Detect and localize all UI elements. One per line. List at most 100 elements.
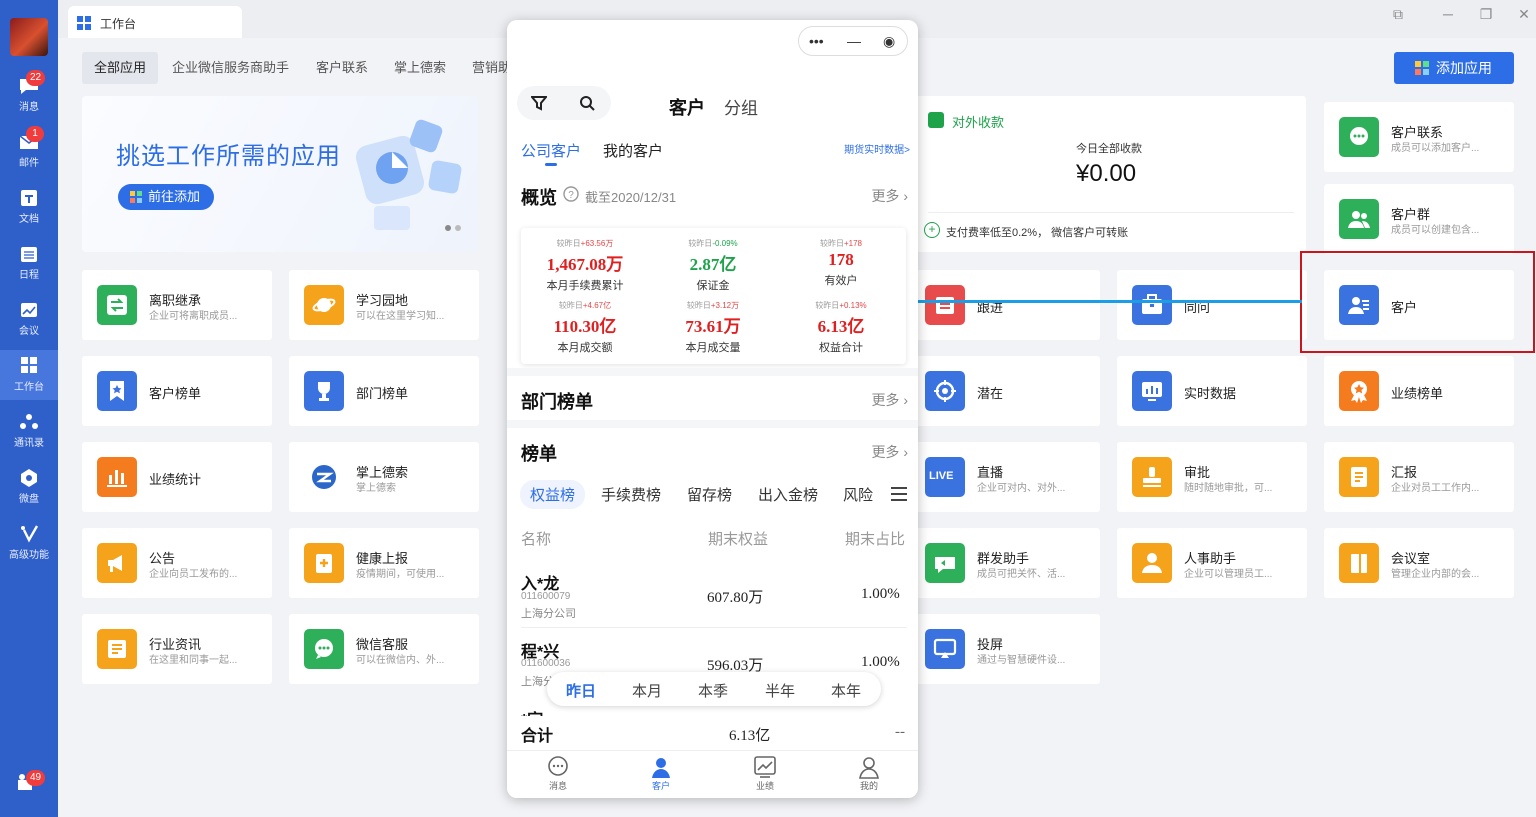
sidebar-item-disk[interactable]: 微盘 — [0, 462, 58, 512]
app-card-shenpi[interactable]: 审批 随时随地审批，可... — [1117, 442, 1307, 512]
notification-bell[interactable]: 49 — [14, 770, 46, 795]
sidebar-item-mail[interactable]: 邮件 1 — [0, 126, 58, 176]
menu-icon[interactable] — [891, 487, 907, 501]
tab-customer-contact[interactable]: 客户联系 — [304, 52, 380, 84]
tab-risk-ranking[interactable]: 风险 — [843, 484, 881, 505]
tab-company-customers[interactable]: 公司客户 — [521, 140, 581, 161]
app-card-huiyishi[interactable]: 会议室 管理企业内部的会... — [1324, 528, 1514, 598]
add-app-button[interactable]: 添加应用 — [1394, 52, 1514, 84]
minimize-icon[interactable]: — — [847, 33, 861, 49]
tab-retention-ranking[interactable]: 留存榜 — [687, 484, 732, 505]
overview-more-link[interactable]: 更多 › — [871, 186, 908, 206]
app-subtitle: 企业可以管理员工... — [1184, 569, 1273, 580]
door-icon — [1339, 543, 1379, 583]
ranking-more-link[interactable]: 更多 › — [871, 442, 908, 462]
nav-customers[interactable]: 客户 — [636, 755, 686, 792]
screen-cast-icon — [925, 629, 965, 669]
help-circle-icon[interactable]: ? — [563, 186, 579, 202]
nav-mine[interactable]: 我的 — [844, 755, 894, 792]
tab-all-apps[interactable]: 全部应用 — [82, 52, 159, 84]
app-card-tongwen[interactable]: 同问 — [1117, 270, 1307, 340]
stat-value: 73.61万 — [685, 317, 741, 336]
app-card-qianzai[interactable]: 潜在 — [910, 356, 1100, 426]
filter-icon[interactable] — [531, 95, 547, 111]
app-card-xuexi[interactable]: 学习园地 可以在这里学习知... — [289, 270, 479, 340]
trophy-icon — [304, 371, 344, 411]
stat-label: 本月手续费累计 — [546, 280, 624, 292]
chat-bubble-icon — [1339, 117, 1379, 157]
close-circle-icon[interactable]: ◉ — [883, 33, 895, 50]
tab-desuo[interactable]: 掌上德索 — [382, 52, 458, 84]
app-card-huibao[interactable]: 汇报 企业对员工工作内... — [1324, 442, 1514, 512]
payment-note: 支付费率低至0.2%， 微信客户可转账 — [946, 227, 1129, 239]
desuo-logo-icon — [304, 457, 344, 497]
close-button[interactable]: ✕ — [1514, 4, 1534, 24]
popout-button[interactable]: ⧉ — [1388, 4, 1408, 24]
app-subtitle: 管理企业内部的会... — [1391, 569, 1480, 580]
restore-button[interactable]: ❐ — [1476, 4, 1496, 24]
active-tab-indicator — [545, 163, 557, 166]
search-icon[interactable] — [579, 95, 595, 111]
nav-messages[interactable]: 消息 — [533, 755, 583, 792]
app-card-genjin[interactable]: 跟进 — [910, 270, 1100, 340]
tab-my-customers[interactable]: 我的客户 — [603, 140, 663, 161]
app-card-kehu-lianxi[interactable]: 客户联系 成员可以添加客户... — [1324, 102, 1514, 172]
app-card-kehu-qun[interactable]: 客户群 成员可以创建包含... — [1324, 184, 1514, 254]
app-card-desuo[interactable]: 掌上德索 掌上德索 — [289, 442, 479, 512]
sidebar-item-calendar[interactable]: 日程 — [0, 238, 58, 288]
sidebar-item-label: 高级功能 — [9, 550, 49, 561]
payment-card[interactable]: 对外收款 今日全部收款 ¥0.00 + 支付费率低至0.2%， 微信客户可转账 — [916, 96, 1306, 252]
row-name: *宇 — [521, 706, 543, 716]
add-app-label: 添加应用 — [1436, 60, 1492, 76]
more-label: 更多 — [871, 444, 900, 460]
tab-inout-ranking[interactable]: 出入金榜 — [758, 484, 818, 505]
planet-icon — [304, 285, 344, 325]
app-card-shishi[interactable]: 实时数据 — [1117, 356, 1307, 426]
app-card-jiankang[interactable]: 健康上报 疫情期间，可使用... — [289, 528, 479, 598]
app-card-yeji-tongji[interactable]: 业绩统计 — [82, 442, 272, 512]
sidebar-item-meeting[interactable]: 会议 — [0, 294, 58, 344]
app-card-yeji-bangdan[interactable]: 业绩榜单 — [1324, 356, 1514, 426]
tab-equity-ranking[interactable]: 权益榜 — [520, 480, 586, 509]
group-tab[interactable]: 分组 — [724, 94, 758, 119]
app-card-kehu-bangdan[interactable]: 客户榜单 — [82, 356, 272, 426]
sidebar-item-advanced[interactable]: 高级功能 — [0, 518, 58, 568]
period-year[interactable]: 本年 — [831, 680, 861, 701]
realtime-data-link[interactable]: 期货实时数据> — [844, 141, 910, 156]
app-card-qunfa[interactable]: 群发助手 成员可把关怀、活... — [910, 528, 1100, 598]
period-half-year[interactable]: 半年 — [765, 680, 795, 701]
nav-label: 业绩 — [755, 781, 774, 791]
user-avatar[interactable] — [10, 18, 48, 56]
period-quarter[interactable]: 本季 — [698, 680, 728, 701]
app-card-touping[interactable]: 投屏 通过与智慧硬件设... — [910, 614, 1100, 684]
sidebar-item-label: 邮件 — [19, 158, 39, 169]
dept-more-link[interactable]: 更多 › — [871, 390, 908, 410]
sidebar-item-messages[interactable]: 消息 22 — [0, 70, 58, 120]
calendar-icon — [21, 247, 37, 262]
app-subtitle: 成员可把关怀、活... — [977, 569, 1066, 580]
more-dots-icon[interactable]: ••• — [809, 33, 824, 49]
minimize-button[interactable]: ─ — [1438, 4, 1458, 24]
nav-performance[interactable]: 业绩 — [740, 755, 790, 792]
go-add-button[interactable]: 前往添加 — [118, 184, 214, 210]
tab-workbench[interactable]: 工作台 — [68, 6, 242, 38]
app-card-zhibo[interactable]: LIVE 直播 企业可对内、对外... — [910, 442, 1100, 512]
more-label: 更多 — [871, 188, 900, 204]
app-card-weixin-kefu[interactable]: 微信客服 可以在微信内、外... — [289, 614, 479, 684]
tab-fee-ranking[interactable]: 手续费榜 — [601, 484, 661, 505]
tab-provider-assistant[interactable]: 企业微信服务商助手 — [160, 52, 301, 84]
svg-text:?: ? — [568, 190, 574, 201]
app-card-hangye[interactable]: 行业资讯 在这里和同事一起... — [82, 614, 272, 684]
sidebar-item-contacts[interactable]: 通讯录 — [0, 406, 58, 456]
app-card-bumen[interactable]: 部门榜单 — [289, 356, 479, 426]
sidebar-item-docs[interactable]: 文档 — [0, 182, 58, 232]
period-yesterday[interactable]: 昨日 — [566, 680, 596, 701]
person-icon — [652, 758, 670, 778]
app-card-renshi[interactable]: 人事助手 企业可以管理员工... — [1117, 528, 1307, 598]
app-card-gonggao[interactable]: 公告 企业向员工发布的... — [82, 528, 272, 598]
calendar-icon — [925, 285, 965, 325]
page-title[interactable]: 客户 — [669, 94, 705, 120]
app-card-lizhi[interactable]: 离职继承 企业可将离职成员... — [82, 270, 272, 340]
sidebar-item-workbench[interactable]: 工作台 — [0, 350, 58, 400]
period-month[interactable]: 本月 — [632, 680, 662, 701]
